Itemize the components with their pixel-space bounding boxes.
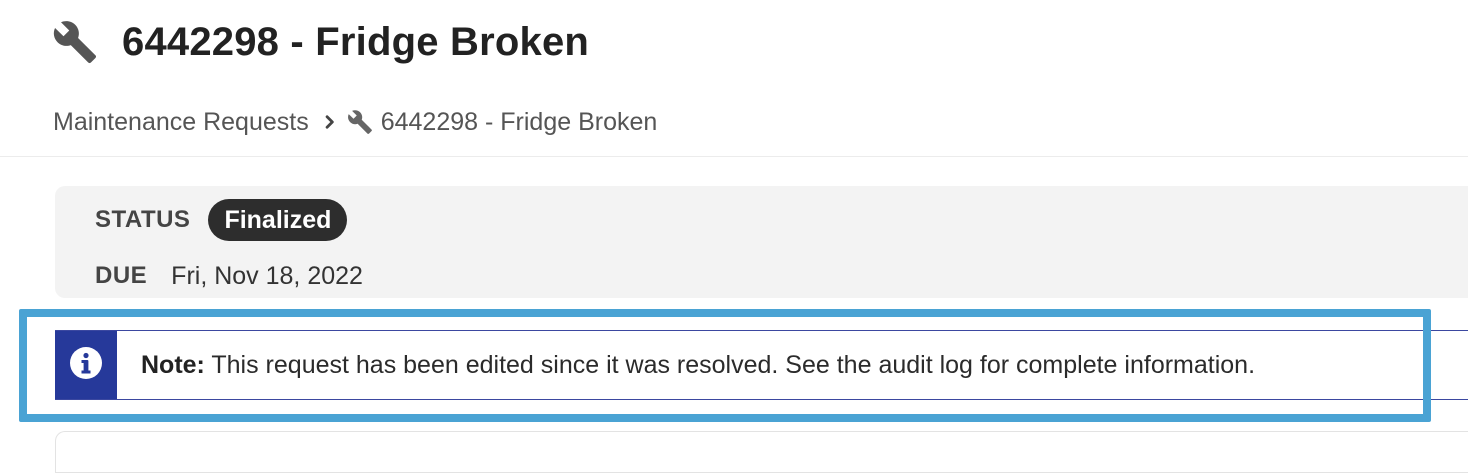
wrench-icon	[347, 109, 373, 135]
breadcrumb-maintenance-requests-link[interactable]: Maintenance Requests	[53, 108, 309, 137]
status-badge: Finalized	[208, 199, 348, 241]
page-title: 6442298 - Fridge Broken	[122, 19, 590, 64]
page-header: 6442298 - Fridge Broken	[52, 14, 589, 70]
highlight-frame	[19, 309, 1431, 422]
request-details-card: STATUS Finalized DUE Fri, Nov 18, 2022	[55, 186, 1468, 298]
breadcrumb-current: 6442298 - Fridge Broken	[380, 107, 658, 136]
header-divider	[0, 156, 1468, 157]
due-date: Fri, Nov 18, 2022	[171, 261, 363, 290]
status-row: STATUS Finalized	[95, 198, 348, 242]
wrench-icon	[52, 17, 102, 67]
due-label: DUE	[95, 262, 148, 289]
chevron-right-icon	[323, 115, 337, 129]
status-label: STATUS	[95, 206, 191, 233]
breadcrumb: Maintenance Requests 6442298 - Fridge Br…	[53, 104, 657, 140]
next-section-card	[55, 431, 1468, 473]
due-row: DUE Fri, Nov 18, 2022	[95, 258, 363, 294]
